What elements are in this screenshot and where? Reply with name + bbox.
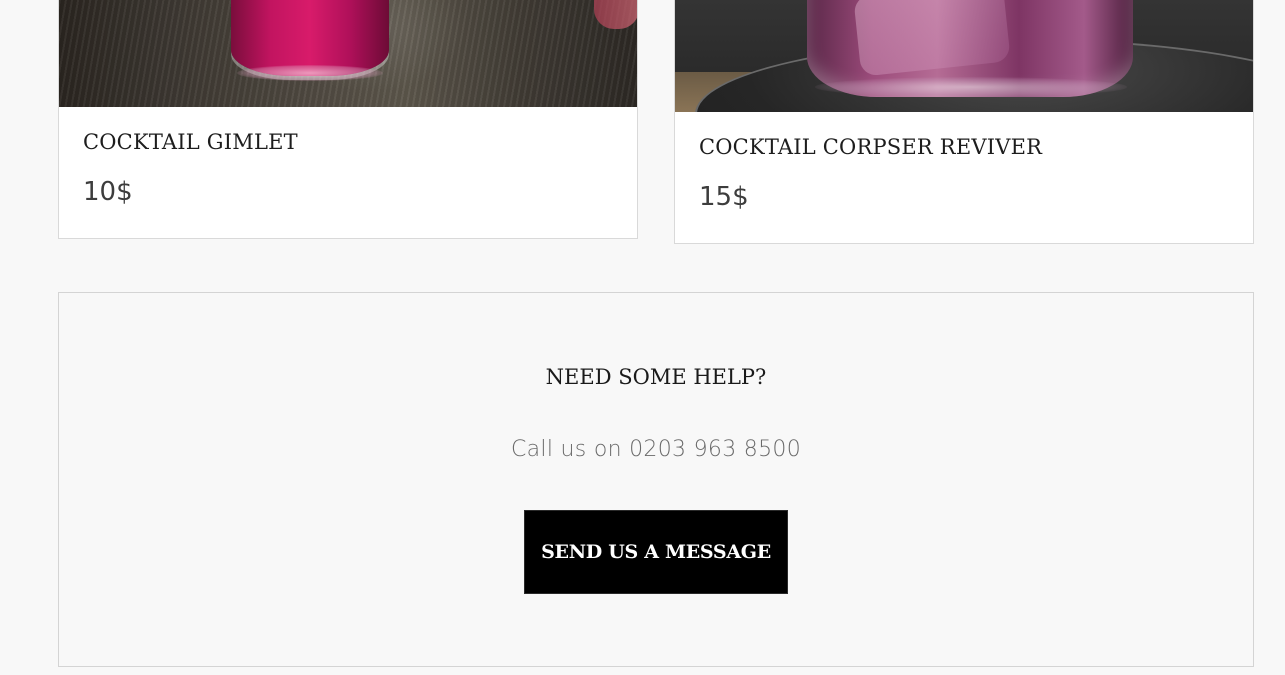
product-title[interactable]: COCKTAIL GIMLET [83, 130, 298, 154]
product-price: 10$ [83, 177, 133, 207]
product-photo[interactable] [59, 0, 637, 107]
product-photo[interactable] [675, 0, 1253, 112]
help-phone-text: Call us on 0203 963 8500 [510, 437, 801, 462]
send-message-button[interactable]: SEND US A MESSAGE [524, 510, 788, 594]
glass-base [237, 65, 383, 81]
product-title[interactable]: COCKTAIL CORPSER REVIVER [699, 135, 1042, 159]
help-section: NEED SOME HELP? Call us on 0203 963 8500… [58, 292, 1254, 667]
product-card-corpser-reviver[interactable]: COCKTAIL CORPSER REVIVER 15$ [674, 0, 1254, 244]
glass-base [815, 77, 1127, 97]
product-price: 15$ [699, 182, 749, 212]
help-heading: NEED SOME HELP? [545, 365, 767, 389]
product-card-gimlet[interactable]: COCKTAIL GIMLET 10$ [58, 0, 638, 239]
page: COCKTAIL GIMLET 10$ COCKTAIL CORPSER REV… [0, 0, 1285, 675]
